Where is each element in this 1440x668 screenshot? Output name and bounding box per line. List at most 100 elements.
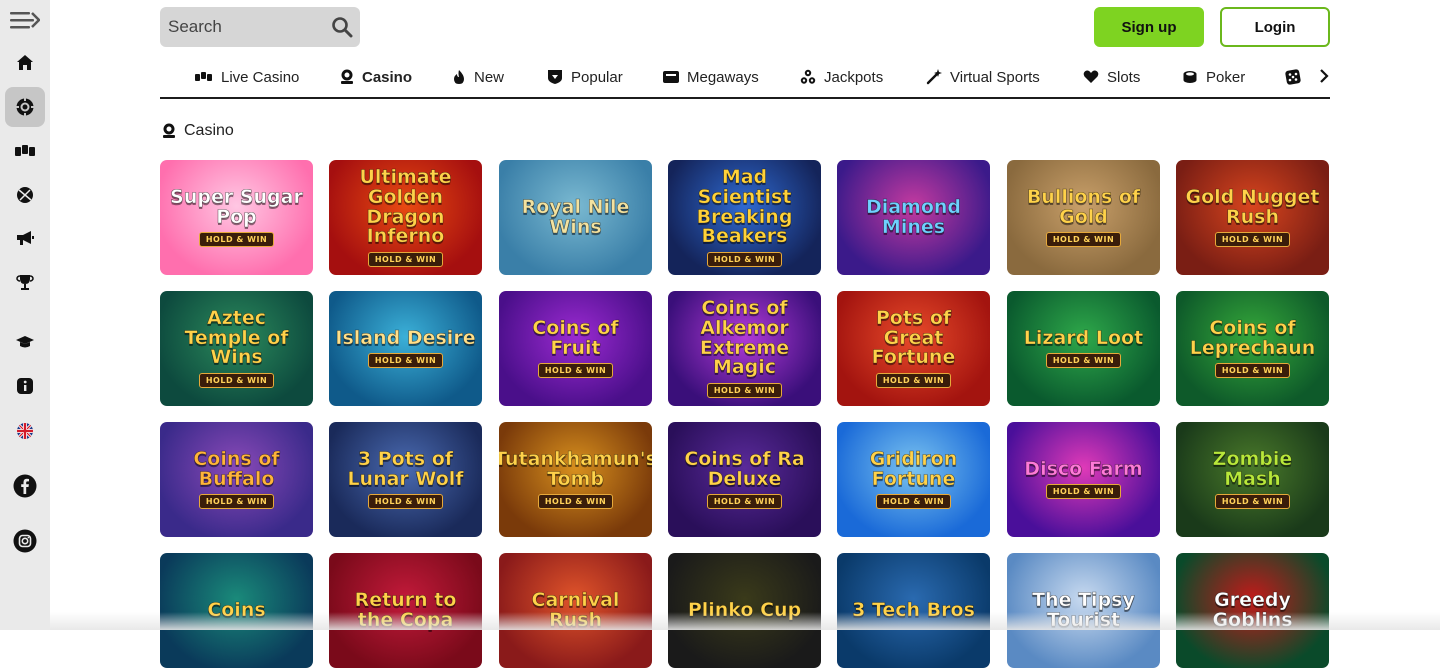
sports-ball-icon[interactable] (5, 175, 45, 215)
game-title: Pots of Great Fortune (871, 306, 956, 369)
game-title: Coins of Buffalo (193, 447, 280, 490)
game-badge: HOLD & WIN (706, 494, 783, 510)
section-heading: Casino (162, 122, 234, 140)
game-tile[interactable]: Mad Scientist Breaking Beakers HOLD & WIN (668, 160, 821, 275)
game-title: Mad Scientist Breaking Beakers (696, 165, 793, 248)
tab-casino[interactable]: Casino (340, 58, 412, 96)
game-badge: HOLD & WIN (1045, 353, 1122, 369)
search-icon[interactable] (331, 16, 353, 38)
game-badge: HOLD & WIN (875, 494, 952, 510)
game-tile[interactable]: Super Sugar Pop HOLD & WIN (160, 160, 313, 275)
game-title: Tutankhamun's Tomb (499, 447, 652, 490)
section-title: Casino (184, 122, 234, 139)
game-title: 3 Tech Bros (852, 598, 975, 621)
game-tile[interactable]: Island Desire HOLD & WIN (329, 291, 482, 406)
game-badge: HOLD & WIN (198, 494, 275, 510)
casino-chip-icon[interactable] (5, 87, 45, 127)
tab-megaways[interactable]: Megaways (663, 58, 759, 96)
tab-label: Live Casino (221, 68, 300, 86)
game-tile[interactable]: Coins of Buffalo HOLD & WIN (160, 422, 313, 537)
trophy-icon[interactable] (5, 262, 45, 302)
tab-slots[interactable]: Slots (1083, 58, 1140, 96)
login-button[interactable]: Login (1220, 7, 1330, 47)
virtual-sports-icon (926, 69, 942, 85)
signup-button[interactable]: Sign up (1094, 7, 1204, 47)
game-tile[interactable]: Coins of Fruit HOLD & WIN (499, 291, 652, 406)
popular-shield-icon (548, 70, 562, 84)
game-title: Ultimate Golden Dragon Inferno (359, 165, 452, 248)
search-box (160, 7, 360, 47)
game-tile[interactable]: Disco Farm HOLD & WIN (1007, 422, 1160, 537)
menu-collapse-icon[interactable] (5, 0, 45, 40)
tab-live-casino[interactable]: Live Casino (195, 58, 299, 96)
game-title: Plinko Cup (687, 598, 802, 621)
tab-dice[interactable] (1285, 58, 1309, 96)
dice-icon (1285, 69, 1301, 85)
game-tile[interactable]: Coins (160, 553, 313, 668)
game-tile[interactable]: Gridiron Fortune HOLD & WIN (837, 422, 990, 537)
facebook-icon[interactable] (5, 466, 45, 506)
game-tile[interactable]: Lizard Loot HOLD & WIN (1007, 291, 1160, 406)
game-tile[interactable]: Greedy Goblins (1176, 553, 1329, 668)
game-tile[interactable]: Zombie Mash HOLD & WIN (1176, 422, 1329, 537)
game-title: Lizard Loot (1023, 326, 1144, 349)
game-tile[interactable]: Royal Nile Wins (499, 160, 652, 275)
game-tile[interactable]: Coins of Ra Deluxe HOLD & WIN (668, 422, 821, 537)
game-tile[interactable]: Diamond Mines (837, 160, 990, 275)
game-title: Coins (207, 598, 266, 621)
game-title: Disco Farm (1024, 457, 1143, 480)
search-input[interactable] (168, 17, 328, 37)
game-tile[interactable]: Carnival Rush (499, 553, 652, 668)
game-tile[interactable]: Return to the Copa (329, 553, 482, 668)
live-casino-icon (195, 72, 212, 81)
game-badge: HOLD & WIN (537, 363, 614, 379)
game-badge: HOLD & WIN (367, 252, 444, 268)
game-title: Carnival Rush (531, 588, 620, 631)
promotions-megaphone-icon[interactable] (5, 218, 45, 258)
game-badge: HOLD & WIN (198, 232, 275, 248)
info-icon[interactable] (5, 366, 45, 406)
tab-poker[interactable]: Poker (1182, 58, 1245, 96)
game-tile[interactable]: The Tipsy Tourist (1007, 553, 1160, 668)
game-tile[interactable]: Aztec Temple of Wins HOLD & WIN (160, 291, 313, 406)
chevron-right-icon[interactable] (1318, 68, 1330, 84)
game-tile[interactable]: Coins of Leprechaun HOLD & WIN (1176, 291, 1329, 406)
tab-new[interactable]: New (452, 58, 504, 96)
tab-virtual-sports[interactable]: Virtual Sports (926, 58, 1040, 96)
game-title: Coins of Fruit (532, 316, 619, 359)
game-badge: HOLD & WIN (1045, 484, 1122, 500)
game-tile[interactable]: Coins of Alkemor Extreme Magic HOLD & WIN (668, 291, 821, 406)
casino-icon (163, 123, 175, 138)
category-nav: Live Casino Casino New Popular Megaways … (160, 58, 1330, 99)
academy-icon[interactable] (5, 322, 45, 362)
tab-label: Slots (1107, 68, 1141, 86)
game-tile[interactable]: 3 Pots of Lunar Wolf HOLD & WIN (329, 422, 482, 537)
game-badge: HOLD & WIN (367, 353, 444, 369)
game-badge: HOLD & WIN (1045, 232, 1122, 248)
poker-icon (1183, 71, 1197, 83)
game-title: Super Sugar Pop (170, 185, 303, 228)
tab-label: Jackpots (824, 68, 884, 86)
tab-popular[interactable]: Popular (547, 58, 623, 96)
game-title: Coins of Leprechaun (1189, 316, 1316, 359)
game-tile[interactable]: Gold Nugget Rush HOLD & WIN (1176, 160, 1329, 275)
game-tile[interactable]: Tutankhamun's Tomb HOLD & WIN (499, 422, 652, 537)
live-casino-icon[interactable] (5, 131, 45, 171)
game-tile[interactable]: Plinko Cup (668, 553, 821, 668)
game-tile[interactable]: Bullions of Gold HOLD & WIN (1007, 160, 1160, 275)
game-tile[interactable]: Ultimate Golden Dragon Inferno HOLD & WIN (329, 160, 482, 275)
game-title: Aztec Temple of Wins (184, 306, 289, 369)
tab-jackpots[interactable]: Jackpots (800, 58, 883, 96)
game-title: 3 Pots of Lunar Wolf (347, 447, 464, 490)
game-title: The Tipsy Tourist (1032, 588, 1135, 631)
game-title: Coins of Alkemor Extreme Magic (699, 296, 790, 379)
game-tile[interactable]: Pots of Great Fortune HOLD & WIN (837, 291, 990, 406)
game-tile[interactable]: 3 Tech Bros (837, 553, 990, 668)
megaways-icon (663, 71, 679, 83)
game-title: Bullions of Gold (1026, 185, 1141, 228)
game-badge: HOLD & WIN (1214, 363, 1291, 379)
uk-flag-icon[interactable] (5, 411, 45, 451)
game-badge: HOLD & WIN (1214, 232, 1291, 248)
home-icon[interactable] (5, 43, 45, 83)
instagram-icon[interactable] (5, 521, 45, 561)
